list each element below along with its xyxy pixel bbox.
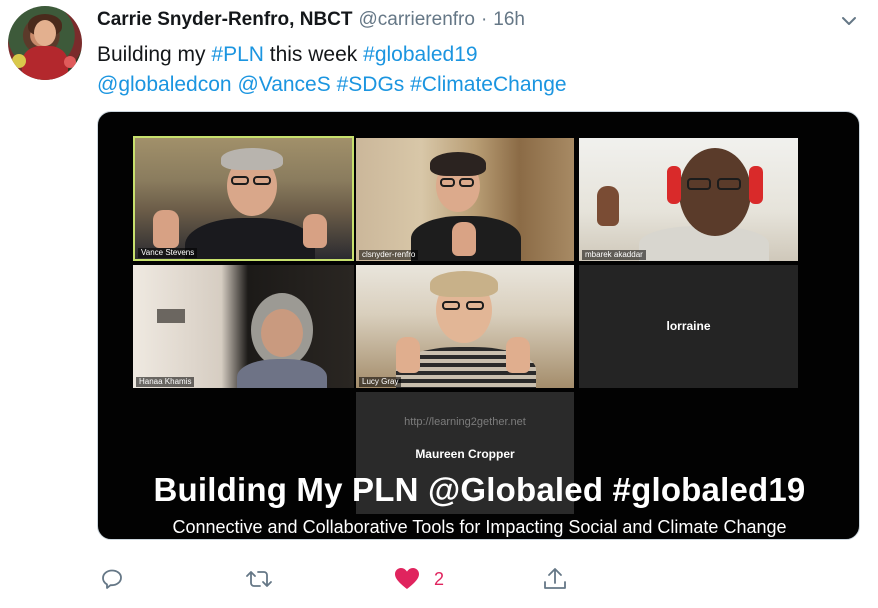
tweet-header: Carrie Snyder-Renfro, NBCT @carrierenfro… bbox=[97, 9, 525, 33]
separator-dot: · bbox=[480, 9, 488, 30]
retweet-button[interactable] bbox=[245, 564, 273, 594]
hashtag-link[interactable]: #SDGs bbox=[337, 73, 405, 96]
heart-icon bbox=[395, 568, 419, 589]
participant-url: http://learning2gether.net bbox=[404, 416, 526, 428]
author-name[interactable]: Carrie Snyder-Renfro, NBCT bbox=[97, 9, 353, 31]
tweet-text-line-1: Building my #PLN this week #globaled19 bbox=[97, 40, 867, 70]
tile-label: mbarek akaddar bbox=[582, 250, 646, 260]
hashtag-link[interactable]: @globaledcon bbox=[97, 73, 232, 96]
author-handle[interactable]: @carrierenfro bbox=[359, 9, 475, 31]
video-tile-clsnyder-renfro: clsnyder-renfro bbox=[356, 138, 574, 261]
video-tile-mbarek-akaddar: mbarek akaddar bbox=[579, 138, 798, 261]
like-count: 2 bbox=[434, 568, 445, 589]
avatar[interactable] bbox=[8, 6, 82, 80]
video-tile-lucy-gray: Lucy Gray bbox=[356, 265, 574, 388]
retweet-icon bbox=[246, 571, 272, 587]
chevron-down-icon[interactable] bbox=[838, 10, 860, 32]
video-tile-vance-stevens: Vance Stevens bbox=[133, 136, 354, 261]
reply-icon bbox=[102, 569, 122, 589]
hashtag-link[interactable]: @VanceS bbox=[237, 73, 330, 96]
tile-label: Hanaa Khamis bbox=[136, 377, 195, 387]
share-icon bbox=[544, 568, 566, 589]
tile-label: Vance Stevens bbox=[138, 248, 198, 258]
participant-name: lorraine bbox=[666, 319, 711, 333]
tweet-image[interactable]: Vance Stevens clsnyder-renfro mbarek aka… bbox=[97, 111, 860, 540]
tweet-text-segment: this week bbox=[263, 43, 364, 66]
tweet-text-segment: Building my bbox=[97, 43, 212, 66]
tweet-text-line-2: @globaledcon @VanceS #SDGs #ClimateChang… bbox=[97, 70, 867, 100]
reply-button[interactable] bbox=[100, 564, 124, 594]
hashtag-link[interactable]: #globaled19 bbox=[363, 43, 477, 66]
image-subtitle: Connective and Collaborative Tools for I… bbox=[172, 517, 787, 537]
tile-label: clsnyder-renfro bbox=[359, 250, 419, 260]
like-button[interactable]: 2 bbox=[394, 564, 444, 594]
hashtag-link[interactable]: #PLN bbox=[211, 43, 264, 66]
tweet[interactable]: Carrie Snyder-Renfro, NBCT @carrierenfro… bbox=[0, 0, 878, 608]
video-tile-lorraine: lorraine bbox=[579, 265, 798, 388]
image-title: Building My PLN @Globaled #globaled19 bbox=[153, 471, 806, 508]
video-tile-hanaa-khamis: Hanaa Khamis bbox=[133, 265, 354, 388]
hashtag-link[interactable]: #ClimateChange bbox=[410, 73, 566, 96]
participant-name: Maureen Cropper bbox=[415, 447, 515, 461]
share-button[interactable] bbox=[542, 564, 568, 594]
timestamp[interactable]: 16h bbox=[493, 9, 525, 31]
tile-label: Lucy Gray bbox=[359, 377, 402, 387]
tweet-text: Building my #PLN this week #globaled19 @… bbox=[97, 40, 867, 100]
